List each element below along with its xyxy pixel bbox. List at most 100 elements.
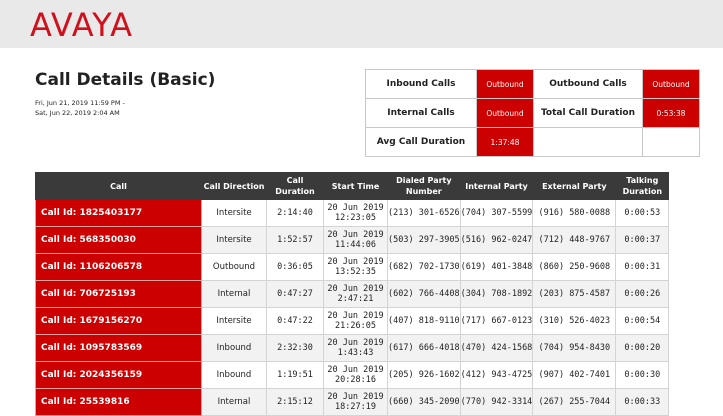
start-time-cell: 20 Jun 2019 2:47:21	[323, 280, 388, 308]
summary-table: Inbound Calls Outbound Outbound Calls Ou…	[365, 69, 700, 157]
start-time-cell: 20 Jun 2019 18:27:19	[323, 388, 388, 416]
call-direction-cell: Inbound	[201, 361, 267, 389]
call-id-cell[interactable]: Call Id: 1825403177	[35, 199, 202, 227]
internal-party-cell: (704) 307-5599	[459, 199, 534, 227]
empty-cell	[533, 127, 643, 157]
col-external-party[interactable]: External Party	[532, 172, 617, 200]
call-direction-cell: Internal	[201, 388, 267, 416]
inbound-calls-value: Outbound	[476, 69, 534, 99]
total-duration-value: 0:53:38	[642, 98, 700, 128]
top-bar: AVAYA	[0, 0, 723, 48]
call-direction-cell: Inbound	[201, 334, 267, 362]
start-time-cell: 20 Jun 2019 11:44:06	[323, 226, 388, 254]
external-party-cell: (860) 250-9608	[532, 253, 617, 281]
dialed-party-number-cell: (213) 301-6526	[387, 199, 461, 227]
call-duration-cell: 2:15:12	[266, 388, 324, 416]
table-row[interactable]: Call Id: 1825403177 Intersite 2:14:40 20 Ju…	[35, 199, 670, 227]
date-range: Fri, Jun 21, 2019 11:59 PM - Sat, Jun 22…	[35, 98, 175, 118]
call-direction-cell: Internal	[201, 280, 267, 308]
call-details-table: Call Call Direction Call Duration Start …	[35, 172, 670, 416]
empty-cell	[642, 127, 700, 157]
talking-duration-cell: 0:00:30	[615, 361, 670, 389]
call-id-cell[interactable]: Call Id: 2024356159	[35, 361, 202, 389]
col-talking-duration[interactable]: Talking Duration	[615, 172, 670, 200]
internal-party-cell: (412) 943-4725	[459, 361, 534, 389]
dialed-party-number-cell: (617) 666-4018	[387, 334, 461, 362]
col-start-time[interactable]: Start Time	[323, 172, 388, 200]
col-call-direction[interactable]: Call Direction	[201, 172, 267, 200]
internal-party-cell: (304) 708-1892	[459, 280, 534, 308]
avg-duration-value: 1:37:48	[476, 127, 534, 157]
date-from: Fri, Jun 21, 2019 11:59 PM -	[35, 99, 125, 107]
table-row[interactable]: Call Id: 1679156270 Intersite 0:47:22 20 Ju…	[35, 307, 670, 335]
external-party-cell: (267) 255-7044	[532, 388, 617, 416]
call-direction-cell: Intersite	[201, 226, 267, 254]
call-duration-cell: 0:36:05	[266, 253, 324, 281]
dialed-party-number-cell: (503) 297-3905	[387, 226, 461, 254]
col-dialed-party[interactable]: Dialed Party Number	[387, 172, 461, 200]
internal-party-cell: (619) 401-3848	[459, 253, 534, 281]
external-party-cell: (203) 875-4587	[532, 280, 617, 308]
call-direction-cell: Intersite	[201, 307, 267, 335]
table-row[interactable]: Call Id: 568350030 Intersite 1:52:57 20 Jun…	[35, 226, 670, 254]
start-time-cell: 20 Jun 2019 1:43:43	[323, 334, 388, 362]
call-duration-cell: 2:32:30	[266, 334, 324, 362]
outbound-calls-value: Outbound	[642, 69, 700, 99]
talking-duration-cell: 0:00:37	[615, 226, 670, 254]
dialed-party-number-cell: (682) 702-1730	[387, 253, 461, 281]
call-direction-cell: Intersite	[201, 199, 267, 227]
internal-party-cell: (516) 962-0247	[459, 226, 534, 254]
start-time-cell: 20 Jun 2019 13:52:35	[323, 253, 388, 281]
dialed-party-number-cell: (205) 926-1602	[387, 361, 461, 389]
avg-duration-label: Avg Call Duration	[365, 127, 477, 157]
outbound-calls-label: Outbound Calls	[533, 69, 643, 99]
dialed-party-number-cell: (660) 345-2090	[387, 388, 461, 416]
call-id-cell[interactable]: Call Id: 1106206578	[35, 253, 202, 281]
internal-party-cell: (470) 424-1568	[459, 334, 534, 362]
talking-duration-cell: 0:00:33	[615, 388, 670, 416]
call-duration-cell: 0:47:22	[266, 307, 324, 335]
call-id-cell[interactable]: Call Id: 1679156270	[35, 307, 202, 335]
call-id-cell[interactable]: Call Id: 706725193	[35, 280, 202, 308]
talking-duration-cell: 0:00:54	[615, 307, 670, 335]
total-duration-label: Total Call Duration	[533, 98, 643, 128]
internal-party-cell: (717) 667-0123	[459, 307, 534, 335]
call-id-cell[interactable]: Call Id: 1095783569	[35, 334, 202, 362]
call-duration-cell: 2:14:40	[266, 199, 324, 227]
external-party-cell: (712) 448-9767	[532, 226, 617, 254]
table-row[interactable]: Call Id: 25539816 Internal 2:15:12 20 Jun 2…	[35, 388, 670, 416]
table-row[interactable]: Call Id: 1095783569 Inbound 2:32:30 20 Jun …	[35, 334, 670, 362]
talking-duration-cell: 0:00:20	[615, 334, 670, 362]
table-row[interactable]: Call Id: 706725193 Internal 0:47:27 20 Jun …	[35, 280, 670, 308]
table-row[interactable]: Call Id: 2024356159 Inbound 1:19:51 20 Jun …	[35, 361, 670, 389]
external-party-cell: (704) 954-8430	[532, 334, 617, 362]
start-time-cell: 20 Jun 2019 12:23:05	[323, 199, 388, 227]
external-party-cell: (916) 580-0088	[532, 199, 617, 227]
date-to: Sat, Jun 22, 2019 2:04 AM	[35, 109, 120, 117]
start-time-cell: 20 Jun 2019 21:26:05	[323, 307, 388, 335]
external-party-cell: (907) 402-7401	[532, 361, 617, 389]
call-direction-cell: Outbound	[201, 253, 267, 281]
table-row[interactable]: Call Id: 1106206578 Outbound 0:36:05 20 Jun…	[35, 253, 670, 281]
internal-calls-label: Internal Calls	[365, 98, 477, 128]
col-call[interactable]: Call	[35, 172, 202, 200]
internal-party-cell: (770) 942-3314	[459, 388, 534, 416]
talking-duration-cell: 0:00:26	[615, 280, 670, 308]
start-time-cell: 20 Jun 2019 20:28:16	[323, 361, 388, 389]
avaya-logo: AVAYA	[30, 6, 134, 44]
call-duration-cell: 0:47:27	[266, 280, 324, 308]
talking-duration-cell: 0:00:31	[615, 253, 670, 281]
talking-duration-cell: 0:00:53	[615, 199, 670, 227]
external-party-cell: (310) 526-4023	[532, 307, 617, 335]
col-call-duration[interactable]: Call Duration	[266, 172, 324, 200]
dialed-party-number-cell: (407) 818-9110	[387, 307, 461, 335]
inbound-calls-label: Inbound Calls	[365, 69, 477, 99]
call-id-cell[interactable]: Call Id: 25539816	[35, 388, 202, 416]
table-header-row: Call Call Direction Call Duration Start …	[35, 172, 670, 200]
col-internal-party[interactable]: Internal Party	[459, 172, 534, 200]
dialed-party-number-cell: (602) 766-4408	[387, 280, 461, 308]
page-title: Call Details (Basic)	[35, 70, 216, 90]
internal-calls-value: Outbound	[476, 98, 534, 128]
call-id-cell[interactable]: Call Id: 568350030	[35, 226, 202, 254]
call-duration-cell: 1:52:57	[266, 226, 324, 254]
